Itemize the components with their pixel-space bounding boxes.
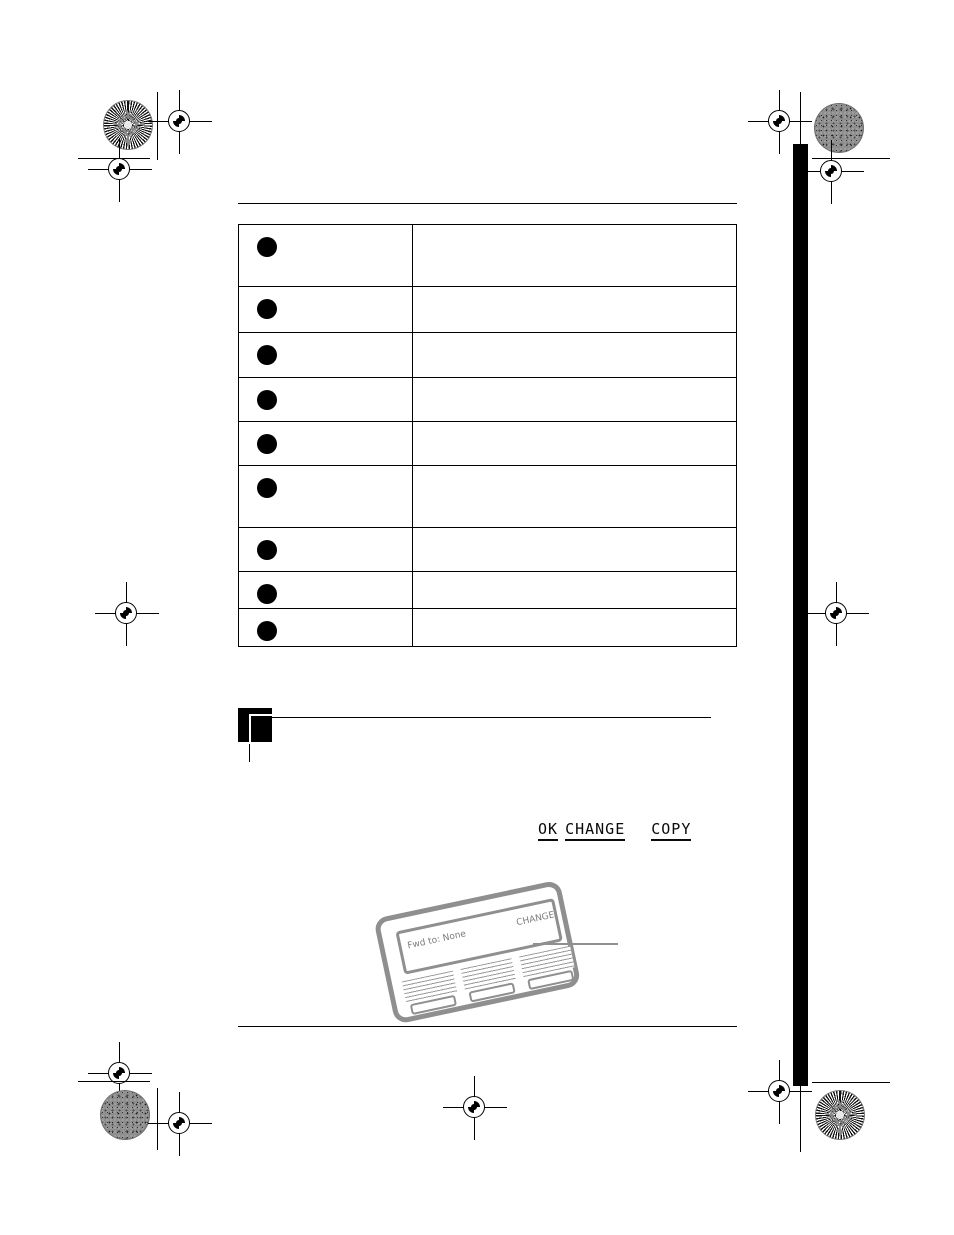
lcd-display-illustration: Fwd to: None CHANGE — [373, 877, 593, 1031]
registration-crosshair-icon — [748, 1060, 812, 1124]
step-description-cell — [413, 378, 736, 421]
table-row — [239, 378, 736, 422]
softkey-copy[interactable]: COPY — [651, 820, 692, 841]
trim-line — [800, 1086, 801, 1152]
trim-line — [812, 1082, 890, 1083]
registration-crosshair-icon — [95, 582, 159, 646]
black-square-corner-marker — [238, 708, 273, 742]
noise-density-target-icon — [814, 103, 864, 153]
softkey-ok[interactable]: OK — [538, 820, 559, 841]
filled-circle-icon — [257, 434, 277, 454]
filled-circle-icon — [257, 621, 277, 641]
section-tick — [249, 744, 250, 762]
table-row — [239, 422, 736, 466]
registration-crosshair-icon — [148, 1092, 212, 1156]
registration-crosshair-icon — [800, 140, 864, 204]
trim-line — [157, 92, 158, 160]
filled-circle-icon — [257, 299, 277, 319]
step-description-cell — [413, 609, 736, 646]
softkey-change[interactable]: CHANGE — [565, 820, 626, 841]
step-number-cell — [239, 572, 413, 608]
filled-circle-icon — [257, 237, 277, 257]
footer-rule — [238, 1026, 737, 1027]
trim-line — [812, 158, 890, 159]
step-description-cell — [413, 466, 736, 527]
table-row — [239, 528, 736, 572]
manual-page: OK CHANGE COPY Fwd to: None CHANGE — [0, 0, 954, 1235]
table-row — [239, 333, 736, 378]
trim-line — [78, 158, 150, 159]
trim-line — [800, 92, 801, 144]
step-description-cell — [413, 422, 736, 465]
lcd-text-line: Fwd to: None CHANGE — [407, 910, 556, 951]
table-row — [239, 466, 736, 528]
step-description-cell — [413, 225, 736, 286]
registration-crosshair-icon — [805, 582, 869, 646]
lcd-forward-status: Fwd to: None — [406, 929, 467, 952]
trim-line — [78, 1081, 150, 1082]
lcd-softkey-3[interactable] — [519, 945, 578, 994]
step-description-cell — [413, 572, 736, 608]
filled-circle-icon — [257, 478, 277, 498]
registration-crosshair-icon — [443, 1076, 507, 1140]
filled-circle-icon — [257, 584, 277, 604]
registration-crosshair-icon — [148, 90, 212, 154]
step-number-cell — [239, 225, 413, 286]
step-number-cell — [239, 466, 413, 527]
lcd-change-label: CHANGE — [515, 910, 556, 929]
step-number-cell — [239, 333, 413, 377]
table-row — [239, 609, 736, 646]
step-number-cell — [239, 422, 413, 465]
table-row — [239, 225, 736, 287]
callout-leader-line — [533, 943, 618, 945]
numbered-steps-table — [238, 224, 737, 647]
table-row — [239, 287, 736, 333]
lcd-bezel: Fwd to: None CHANGE — [373, 879, 582, 1025]
header-rule — [238, 203, 737, 204]
step-number-cell — [239, 528, 413, 571]
black-thumb-tab-bar — [793, 144, 808, 1086]
filled-circle-icon — [257, 345, 277, 365]
section-heading-rule — [270, 717, 711, 718]
filled-circle-icon — [257, 390, 277, 410]
table-row — [239, 572, 736, 609]
radial-resolution-target-icon — [103, 100, 153, 150]
step-number-cell — [239, 378, 413, 421]
marker-notch-vertical — [249, 714, 251, 742]
lcd-softkey-2[interactable] — [460, 958, 520, 1006]
radial-resolution-target-icon — [815, 1090, 865, 1140]
step-description-cell — [413, 287, 736, 332]
lcd-softkey-labels: OK CHANGE COPY — [538, 820, 692, 841]
step-number-cell — [239, 609, 413, 646]
registration-crosshair-icon — [88, 1042, 152, 1106]
registration-crosshair-icon — [88, 138, 152, 202]
step-number-cell — [239, 287, 413, 332]
lcd-softkey-1[interactable] — [401, 970, 461, 1019]
filled-circle-icon — [257, 540, 277, 560]
step-description-cell — [413, 528, 736, 571]
trim-line — [157, 1088, 158, 1150]
marker-notch-horizontal — [249, 714, 273, 716]
registration-crosshair-icon — [748, 90, 812, 154]
step-description-cell — [413, 333, 736, 377]
noise-density-target-icon — [100, 1090, 150, 1140]
